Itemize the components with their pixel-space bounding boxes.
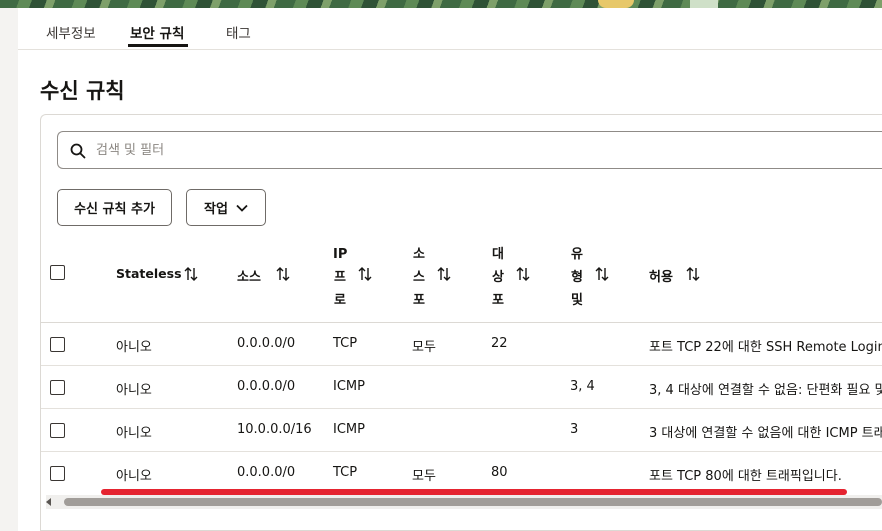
left-gutter — [0, 8, 18, 531]
cell-source: 0.0.0.0/0 — [237, 336, 296, 351]
col-source: 소스 — [237, 270, 261, 285]
cell-description: 3, 4 대상에 연결할 수 없음: 단편화 필요 및 — [649, 383, 882, 398]
col-ip-protocol-line: 로 — [334, 293, 346, 308]
cell-protocol: TCP — [333, 465, 358, 480]
horizontal-scrollbar[interactable] — [46, 495, 882, 509]
search-input[interactable] — [96, 139, 876, 161]
cell-source: 10.0.0.0/16 — [237, 422, 312, 437]
col-source-port-line: 소 — [413, 247, 425, 262]
search-box[interactable] — [57, 131, 882, 169]
row-checkbox[interactable] — [50, 423, 65, 438]
header-banner — [0, 0, 882, 8]
cell-stateless: 아니오 — [116, 383, 152, 398]
cell-stateless: 아니오 — [116, 340, 152, 355]
col-dest-port-line: 포 — [492, 293, 504, 308]
col-type-code-line: 형 — [571, 270, 583, 285]
col-ip-protocol: IP 프 로 — [333, 243, 347, 312]
cell-description: 포트 TCP 22에 대한 SSH Remote Login — [649, 340, 882, 355]
ingress-rules-card: 수신 규칙 추가 작업 Stateless 소스 IP 프 로 소 — [40, 114, 882, 531]
col-source-port-line: 포 — [413, 293, 425, 308]
sort-icon[interactable] — [184, 266, 198, 282]
col-ip-protocol-line: 프 — [334, 270, 346, 285]
main-panel: 세부정보 보안 규칙 태그 수신 규칙 수신 규칙 추가 작업 Stateles… — [18, 8, 882, 531]
select-all-checkbox[interactable] — [50, 265, 65, 280]
row-checkbox[interactable] — [50, 466, 65, 481]
cell-description: 3 대상에 연결할 수 없음에 대한 ICMP 트래 — [649, 426, 882, 441]
col-ip-protocol-line: IP — [333, 247, 348, 262]
cell-description: 포트 TCP 80에 대한 트래픽입니다. — [649, 469, 842, 484]
col-type-code: 유 형 및 — [570, 243, 584, 312]
col-source-port-line: 스 — [413, 270, 425, 285]
cell-protocol: TCP — [333, 336, 358, 351]
col-dest-port-line: 대 — [492, 247, 504, 262]
col-description: 허용 — [649, 270, 673, 285]
add-ingress-rule-button[interactable]: 수신 규칙 추가 — [57, 189, 172, 226]
cell-protocol: ICMP — [333, 422, 365, 437]
table-row: 아니오 10.0.0.0/16 ICMP 3 3 대상에 연결할 수 없음에 대… — [41, 409, 882, 452]
cell-stateless: 아니오 — [116, 426, 152, 441]
cell-source-port: 모두 — [412, 469, 436, 484]
sort-icon[interactable] — [516, 266, 530, 282]
table-header: Stateless 소스 IP 프 로 소 스 포 대 상 포 유 형 및 허용 — [41, 243, 882, 323]
col-source-port: 소 스 포 — [412, 243, 426, 312]
table-row: 아니오 0.0.0.0/0 TCP 모두 22 포트 TCP 22에 대한 SS… — [41, 323, 882, 366]
tab-security-rules[interactable]: 보안 규칙 — [130, 22, 184, 42]
col-type-code-line: 유 — [571, 247, 583, 262]
cell-source: 0.0.0.0/0 — [237, 465, 296, 480]
sort-icon[interactable] — [595, 266, 609, 282]
actions-label: 작업 — [204, 202, 228, 217]
col-dest-port: 대 상 포 — [491, 243, 505, 312]
cell-protocol: ICMP — [333, 379, 365, 394]
table-row: 아니오 0.0.0.0/0 ICMP 3, 4 3, 4 대상에 연결할 수 없… — [41, 366, 882, 409]
cell-type-code: 3, 4 — [570, 379, 595, 394]
scroll-left-arrow-icon[interactable] — [46, 498, 51, 506]
search-icon — [70, 143, 86, 159]
scroll-thumb[interactable] — [64, 498, 882, 506]
cell-source: 0.0.0.0/0 — [237, 379, 296, 394]
chevron-down-icon — [236, 204, 248, 212]
active-tab-indicator — [128, 44, 188, 47]
cell-dest-port: 22 — [491, 336, 508, 351]
cell-dest-port: 80 — [491, 465, 508, 480]
sort-icon[interactable] — [358, 266, 372, 282]
banner-decoration — [598, 0, 634, 8]
banner-decoration — [690, 0, 718, 8]
cell-type-code: 3 — [570, 422, 579, 437]
row-checkbox[interactable] — [50, 380, 65, 395]
tab-bar: 세부정보 보안 규칙 태그 — [18, 8, 882, 50]
add-ingress-rule-label: 수신 규칙 추가 — [74, 202, 155, 217]
col-type-code-line: 및 — [571, 293, 583, 308]
cell-source-port: 모두 — [412, 340, 436, 355]
tab-details[interactable]: 세부정보 — [46, 22, 96, 42]
tab-tags[interactable]: 태그 — [226, 22, 251, 42]
sort-icon[interactable] — [437, 266, 451, 282]
col-dest-port-line: 상 — [492, 270, 504, 285]
sort-icon[interactable] — [686, 266, 700, 282]
row-checkbox[interactable] — [50, 337, 65, 352]
col-stateless: Stateless — [116, 266, 182, 281]
sort-icon[interactable] — [276, 266, 290, 282]
cell-stateless: 아니오 — [116, 469, 152, 484]
actions-dropdown-button[interactable]: 작업 — [186, 189, 266, 226]
page-title: 수신 규칙 — [40, 79, 125, 103]
